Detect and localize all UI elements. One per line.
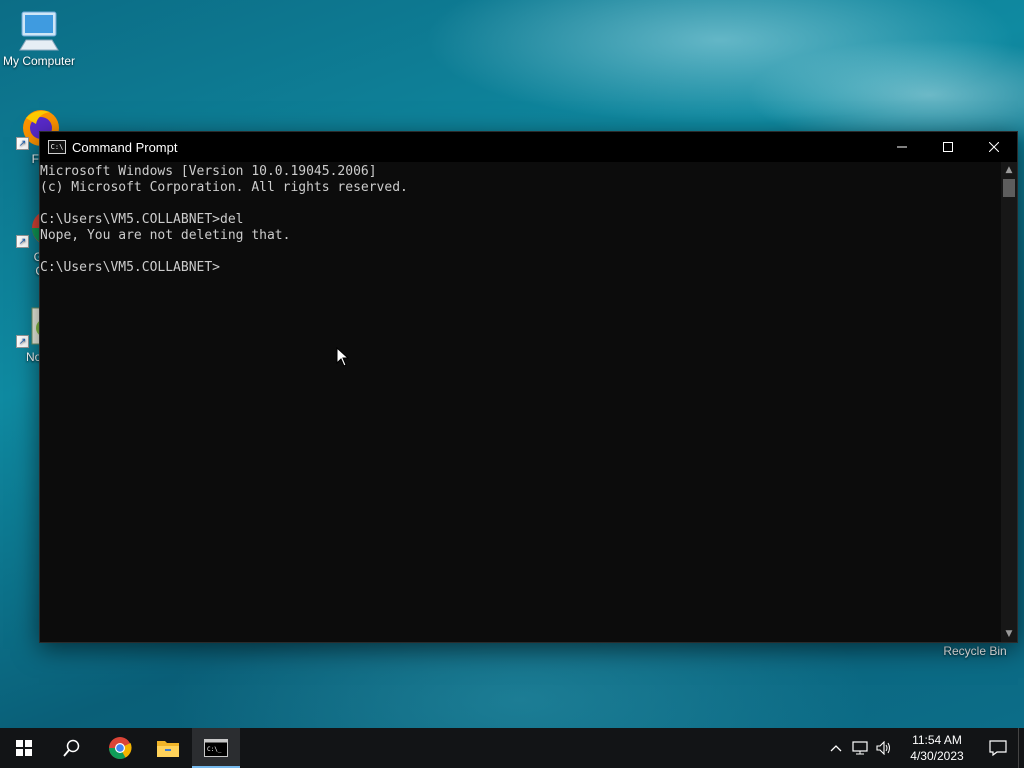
volume-button[interactable] <box>872 728 896 768</box>
vertical-scrollbar[interactable]: ▲ ▼ <box>1001 162 1017 642</box>
shortcut-arrow-icon: ↗ <box>16 235 29 248</box>
scroll-thumb[interactable] <box>1003 179 1015 197</box>
taskbar-command-prompt-button[interactable]: C:\_ <box>192 728 240 768</box>
search-button[interactable] <box>48 728 96 768</box>
network-icon <box>852 741 868 755</box>
scroll-down-icon[interactable]: ▼ <box>1001 626 1017 642</box>
speaker-icon <box>876 741 890 755</box>
command-prompt-window[interactable]: C:\ Command Prompt Microsoft Windows [Ve… <box>39 131 1018 643</box>
shortcut-arrow-icon: ↗ <box>16 335 29 348</box>
mouse-cursor-icon <box>336 346 350 367</box>
maximize-button[interactable] <box>925 132 971 162</box>
chevron-up-icon <box>830 745 842 752</box>
scroll-up-icon[interactable]: ▲ <box>1001 162 1017 178</box>
title-bar[interactable]: C:\ Command Prompt <box>40 132 1017 162</box>
action-center-button[interactable] <box>978 728 1018 768</box>
window-title: Command Prompt <box>72 139 178 155</box>
taskbar: C:\_ 11:54 AM 4/30/2023 <box>0 728 1024 768</box>
desktop-icon-label: My Computer <box>2 54 76 68</box>
minimize-button[interactable] <box>879 132 925 162</box>
show-hidden-icons-button[interactable] <box>824 728 848 768</box>
maximize-icon <box>943 142 953 152</box>
notification-icon <box>989 740 1007 756</box>
desktop-icon-my-computer[interactable]: My Computer <box>0 10 80 68</box>
start-button[interactable] <box>0 728 48 768</box>
show-desktop-button[interactable] <box>1018 728 1024 768</box>
file-explorer-icon <box>157 741 179 757</box>
close-button[interactable] <box>971 132 1017 162</box>
computer-icon <box>16 10 62 52</box>
start-icon <box>16 740 32 756</box>
taskbar-clock[interactable]: 11:54 AM 4/30/2023 <box>902 732 972 764</box>
chrome-icon <box>109 737 132 759</box>
network-button[interactable] <box>848 728 872 768</box>
command-prompt-icon: C:\ <box>48 140 66 154</box>
desktop-icon-label: Recycle Bin <box>943 644 1007 658</box>
svg-text:C:\_: C:\_ <box>207 746 222 753</box>
console-output[interactable]: Microsoft Windows [Version 10.0.19045.20… <box>40 162 1001 642</box>
minimize-icon <box>897 146 907 148</box>
close-icon <box>989 142 999 152</box>
shortcut-arrow-icon: ↗ <box>16 137 29 150</box>
taskbar-file-explorer-button[interactable] <box>144 728 192 768</box>
clock-date: 4/30/2023 <box>910 749 964 763</box>
system-tray: 11:54 AM 4/30/2023 <box>824 728 1024 768</box>
taskbar-chrome-button[interactable] <box>96 728 144 768</box>
clock-time: 11:54 AM <box>912 733 962 747</box>
command-prompt-icon: C:\_ <box>204 739 228 757</box>
search-icon <box>63 739 80 757</box>
